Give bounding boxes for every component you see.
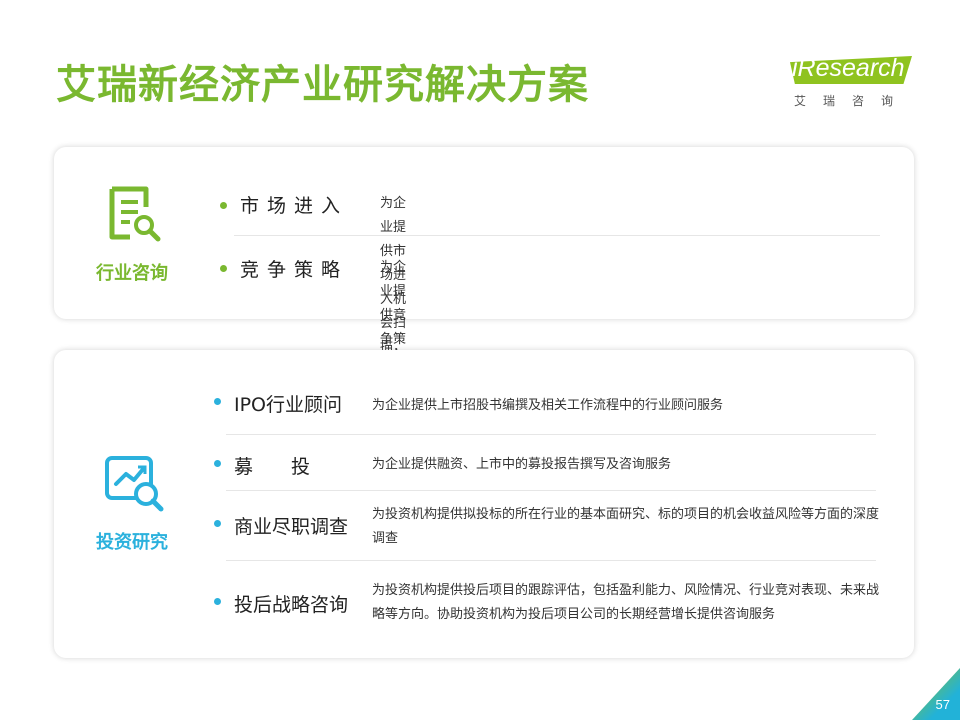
bullet	[214, 460, 221, 467]
service-description: 为投资机构提供拟投标的所在行业的基本面研究、标的项目的机会收益风险等方面的深度调…	[372, 507, 880, 546]
service-name: 投后战略咨询	[234, 594, 349, 616]
bullet	[214, 598, 221, 605]
page-title: 艾瑞新经济产业研究解决方案	[56, 62, 589, 108]
service-description: 为企业提供融资、上市中的募投报告撰写及咨询服务	[372, 457, 672, 472]
investment-research-label: 投资研究	[96, 532, 168, 553]
iresearch-logo: iResearch 艾瑞咨询	[786, 48, 916, 110]
logo-wordmark: iResearch	[792, 54, 905, 82]
service-name: 募 投	[234, 456, 311, 478]
divider	[226, 560, 876, 561]
divider	[226, 490, 876, 491]
bullet	[214, 398, 221, 405]
industry-consulting-label: 行业咨询	[96, 263, 168, 284]
service-name: IPO行业顾问	[234, 394, 343, 416]
service-name: 竞争策略	[240, 259, 349, 281]
industry-consulting-card: 行业咨询 市场进入 为企业提供市场进入机会扫描，可行性分析及路径规划 竞争策略 …	[54, 147, 914, 539]
divider	[234, 235, 880, 236]
logo-subtitle: 艾瑞咨询	[794, 94, 911, 108]
document-search-icon	[109, 186, 161, 242]
page-number: 57	[935, 697, 950, 712]
chart-magnifier-icon	[105, 456, 164, 512]
service-description: 为投资机构提供投后项目的跟踪评估，包括盈利能力、风险情况、行业竞对表现、未来战略…	[372, 583, 880, 622]
bullet	[220, 265, 227, 272]
corner-decoration	[912, 668, 960, 720]
service-name: 市场进入	[240, 195, 349, 217]
bullet	[214, 520, 221, 527]
service-name: 商业尽职调查	[234, 516, 349, 538]
bullet	[220, 202, 227, 209]
investment-research-card: 投资研究 IPO行业顾问 为企业提供上市招股书编撰及相关工作流程中的行业顾问服务…	[54, 350, 914, 658]
service-description: 为企业提供上市招股书编撰及相关工作流程中的行业顾问服务	[372, 398, 724, 413]
divider	[226, 434, 876, 435]
